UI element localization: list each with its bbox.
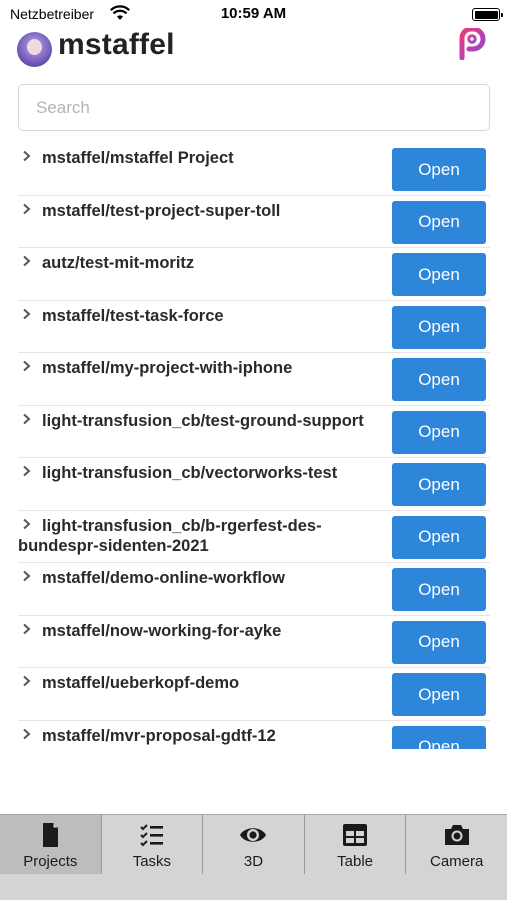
checklist-icon (140, 824, 163, 847)
project-name: light-transfusion_cb/b-rgerfest-des-bund… (18, 516, 322, 555)
project-row[interactable]: autz/test-mit-moritz Open (18, 248, 490, 301)
open-project-button[interactable]: Open (392, 673, 486, 716)
project-row[interactable]: mstaffel/test-project-super-toll Open (18, 196, 490, 248)
project-name: autz/test-mit-moritz (42, 254, 195, 272)
project-name: mstaffel/test-task-force (42, 306, 224, 325)
home-indicator-area (0, 874, 507, 900)
chevron-right-icon[interactable] (22, 623, 32, 635)
eye-icon (240, 828, 267, 842)
project-name: mstaffel/demo-online-workflow (42, 569, 285, 587)
chevron-right-icon[interactable] (22, 675, 32, 687)
open-project-button[interactable]: Open (392, 568, 486, 611)
project-row[interactable]: light-transfusion_cb/test-ground-support… (18, 406, 490, 458)
tab-label: 3D (243, 853, 264, 870)
project-row[interactable]: light-transfusion_cb/b-rgerfest-des-bund… (18, 511, 490, 563)
tab-label: Table (337, 853, 373, 870)
chevron-right-icon[interactable] (22, 150, 32, 162)
tab-camera[interactable]: Camera (406, 815, 507, 874)
project-name: light-transfusion_cb/test-ground-support (42, 411, 364, 430)
tab-label: Projects (23, 853, 78, 870)
project-name: mstaffel/now-working-for-ayke (42, 621, 282, 640)
table-icon (343, 824, 368, 846)
open-project-button[interactable]: Open (392, 410, 486, 454)
chevron-right-icon[interactable] (22, 413, 32, 425)
search-input[interactable] (19, 85, 489, 130)
tab-label: Camera (429, 853, 484, 870)
app-header: mstaffel (0, 28, 507, 72)
status-time: 10:59 AM (220, 5, 287, 22)
project-row[interactable]: mstaffel/now-working-for-ayke Open (18, 616, 490, 668)
open-project-button[interactable]: Open (392, 358, 486, 401)
open-project-button[interactable]: Open (392, 725, 486, 749)
open-project-button[interactable]: Open (392, 515, 486, 559)
project-name: mstaffel/test-project-super-toll (42, 201, 281, 220)
tab-table[interactable]: Table (305, 815, 407, 874)
project-list[interactable]: mstaffel/mstaffel Project Open mstaffel/te… (0, 143, 507, 749)
open-project-button[interactable]: Open (392, 463, 486, 506)
user-avatar[interactable] (17, 32, 52, 67)
project-row[interactable]: mstaffel/mvr-proposal-gdtf-12 Open (18, 721, 490, 749)
project-name: light-transfusion_cb/vectorworks-test (42, 464, 338, 482)
page-title: mstaffel (58, 28, 175, 61)
tab-label: Tasks (132, 853, 172, 870)
project-row[interactable]: mstaffel/ueberkopf-demo Open (18, 668, 490, 721)
battery-icon (472, 8, 503, 21)
open-project-button[interactable]: Open (392, 200, 486, 244)
project-row[interactable]: mstaffel/demo-online-workflow Open (18, 563, 490, 616)
project-name: mstaffel/mvr-proposal-gdtf-12 (42, 726, 276, 745)
project-name: mstaffel/mstaffel Project (42, 149, 234, 167)
p-logo-icon[interactable] (456, 28, 488, 60)
tab-bar: Projects Tasks 3D Table Camera (0, 814, 507, 874)
document-icon (43, 823, 59, 847)
tab-3d[interactable]: 3D (203, 815, 305, 874)
project-row[interactable]: mstaffel/test-task-force Open (18, 301, 490, 353)
chevron-right-icon[interactable] (22, 728, 32, 740)
chevron-right-icon[interactable] (22, 360, 32, 372)
tab-projects[interactable]: Projects (0, 815, 102, 874)
project-row[interactable]: light-transfusion_cb/vectorworks-test Ope… (18, 458, 490, 511)
tab-tasks[interactable]: Tasks (102, 815, 204, 874)
open-project-button[interactable]: Open (392, 620, 486, 664)
status-bar: Netzbetreiber 10:59 AM (0, 0, 507, 28)
chevron-right-icon[interactable] (22, 465, 32, 477)
camera-icon (444, 825, 469, 845)
chevron-right-icon[interactable] (22, 308, 32, 320)
search-box[interactable] (18, 84, 490, 131)
project-name: mstaffel/ueberkopf-demo (42, 674, 240, 692)
chevron-right-icon[interactable] (22, 570, 32, 582)
chevron-right-icon[interactable] (22, 203, 32, 215)
open-project-button[interactable]: Open (392, 305, 486, 349)
project-row[interactable]: mstaffel/mstaffel Project Open (18, 143, 490, 196)
chevron-right-icon[interactable] (22, 255, 32, 267)
open-project-button[interactable]: Open (392, 148, 486, 191)
project-name: mstaffel/my-project-with-iphone (42, 359, 293, 377)
open-project-button[interactable]: Open (392, 253, 486, 296)
project-row[interactable]: mstaffel/my-project-with-iphone Open (18, 353, 490, 406)
